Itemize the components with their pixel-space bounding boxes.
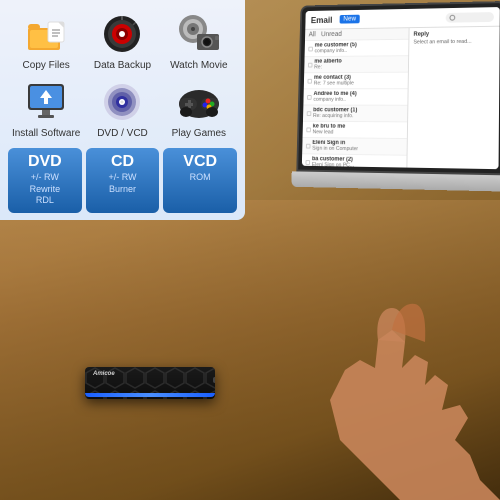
data-backup-icon: [100, 12, 144, 56]
email-item[interactable]: me customer (5) company info..: [305, 40, 409, 57]
email-item-content: Andree to me (4) company info..: [313, 91, 404, 103]
email-item[interactable]: me alberto Re:: [304, 56, 408, 73]
dvd-badge: DVD +/- RWRewriteRDL: [8, 148, 82, 213]
email-item[interactable]: Andree to me (4) company info..: [303, 89, 408, 106]
email-list: All Unread me customer (5) company info.…: [302, 28, 410, 167]
email-item-content: ke bru to me New lead: [313, 124, 404, 136]
email-item-content: bdc customer (1) Re: acquiring info.: [313, 107, 404, 119]
vcd-badge-subtitle: ROM: [167, 172, 233, 184]
email-subject: company info..: [315, 47, 405, 54]
cd-badge: CD +/- RWBurner: [86, 148, 160, 213]
email-checkbox[interactable]: [308, 62, 313, 67]
email-checkbox[interactable]: [307, 111, 312, 116]
email-subject: Eleni Sign on PC...: [312, 162, 403, 168]
icon-item-install-software: Install Software: [10, 80, 82, 140]
drive-logo: Amicoe: [93, 371, 115, 377]
drive-accent-line: [85, 393, 215, 397]
dvd-vcd-label: DVD / VCD: [97, 128, 148, 140]
play-games-icon: [177, 80, 221, 124]
email-item[interactable]: ba customer (2) Eleni Sign on PC...: [302, 154, 407, 167]
unread-tab[interactable]: Unread: [321, 31, 342, 38]
copy-files-icon: [24, 12, 68, 56]
email-subject: company info..: [313, 97, 404, 103]
play-games-label: Play Games: [172, 128, 226, 140]
external-drive: Amicoe: [85, 367, 215, 405]
vcd-badge-title: VCD: [167, 154, 233, 170]
email-item-content: me alberto Re:: [314, 58, 405, 70]
dvd-badge-subtitle: +/- RWRewriteRDL: [12, 172, 78, 207]
icon-item-watch-movie: Watch Movie: [163, 12, 235, 72]
email-item[interactable]: bdc customer (1) Re: acquiring info.: [303, 105, 408, 122]
icon-item-play-games: Play Games: [163, 80, 235, 140]
email-checkbox[interactable]: [306, 143, 311, 148]
email-subject: Re:: [314, 64, 405, 70]
email-checkbox[interactable]: [305, 160, 310, 165]
email-content: All Unread me customer (5) company info.…: [302, 27, 500, 169]
watch-movie-label: Watch Movie: [170, 60, 227, 72]
email-subject: Sign in on Computer: [312, 146, 403, 153]
icon-item-copy-files: Copy Files: [10, 12, 82, 72]
email-checkbox[interactable]: [306, 127, 311, 132]
email-checkbox[interactable]: [308, 78, 313, 83]
email-search-bar[interactable]: [446, 12, 494, 23]
dvd-vcd-icon: [100, 80, 144, 124]
cd-badge-subtitle: +/- RWBurner: [90, 172, 156, 195]
email-app-title: Email: [311, 15, 333, 25]
info-panel: Copy Files Data Backup: [0, 0, 245, 220]
email-checkbox[interactable]: [308, 46, 313, 51]
data-backup-label: Data Backup: [94, 60, 151, 72]
icon-item-dvd-vcd: DVD / VCD: [86, 80, 158, 140]
all-tab[interactable]: All: [309, 32, 316, 39]
bottom-icons-row: Install Software DVD / VCD: [8, 80, 237, 140]
email-subject: Re: acquiring info.: [313, 113, 404, 119]
laptop: Email New All Unread: [296, 1, 500, 192]
search-icon: [449, 14, 455, 20]
email-item-content: me customer (5) company info..: [315, 42, 406, 55]
cd-badge-title: CD: [90, 154, 156, 170]
vcd-badge: VCD ROM: [163, 148, 237, 213]
email-item[interactable]: Eleni Sign in Sign in on Computer: [302, 138, 407, 156]
hand-overlay: [200, 280, 500, 500]
email-item-content: ba customer (2) Eleni Sign on PC...: [312, 156, 403, 167]
watch-movie-icon: [177, 12, 221, 56]
install-software-label: Install Software: [12, 128, 80, 140]
icon-item-data-backup: Data Backup: [86, 12, 158, 72]
laptop-screen-outer: Email New All Unread: [296, 1, 500, 175]
email-new-button[interactable]: New: [340, 15, 360, 24]
top-icons-row: Copy Files Data Backup: [8, 12, 237, 72]
copy-files-label: Copy Files: [23, 60, 70, 72]
main-container: Copy Files Data Backup: [0, 0, 500, 500]
email-subject: New lead: [313, 129, 404, 136]
email-item[interactable]: me contact (3) Re: 7 see multiple: [304, 73, 409, 90]
email-subject: Re: 7 see multiple: [314, 80, 405, 86]
email-item-content: me contact (3) Re: 7 see multiple: [314, 75, 405, 87]
email-checkbox[interactable]: [307, 95, 312, 100]
email-preview-pane: Reply Select an email to read...: [408, 27, 500, 169]
laptop-screen-inner: Email New All Unread: [302, 7, 500, 169]
install-software-icon: [24, 80, 68, 124]
email-item-content: Eleni Sign in Sign in on Computer: [312, 140, 403, 153]
drive-body: Amicoe: [85, 367, 215, 399]
email-app: Email New All Unread: [302, 7, 500, 169]
badges-row: DVD +/- RWRewriteRDL CD +/- RWBurner VCD…: [8, 148, 237, 213]
usb-cable: [213, 377, 215, 383]
email-preview-header: Reply: [414, 31, 496, 38]
email-preview-text: Select an email to read...: [413, 39, 495, 48]
dvd-badge-title: DVD: [12, 154, 78, 170]
email-item[interactable]: ke bru to me New lead: [303, 122, 408, 139]
